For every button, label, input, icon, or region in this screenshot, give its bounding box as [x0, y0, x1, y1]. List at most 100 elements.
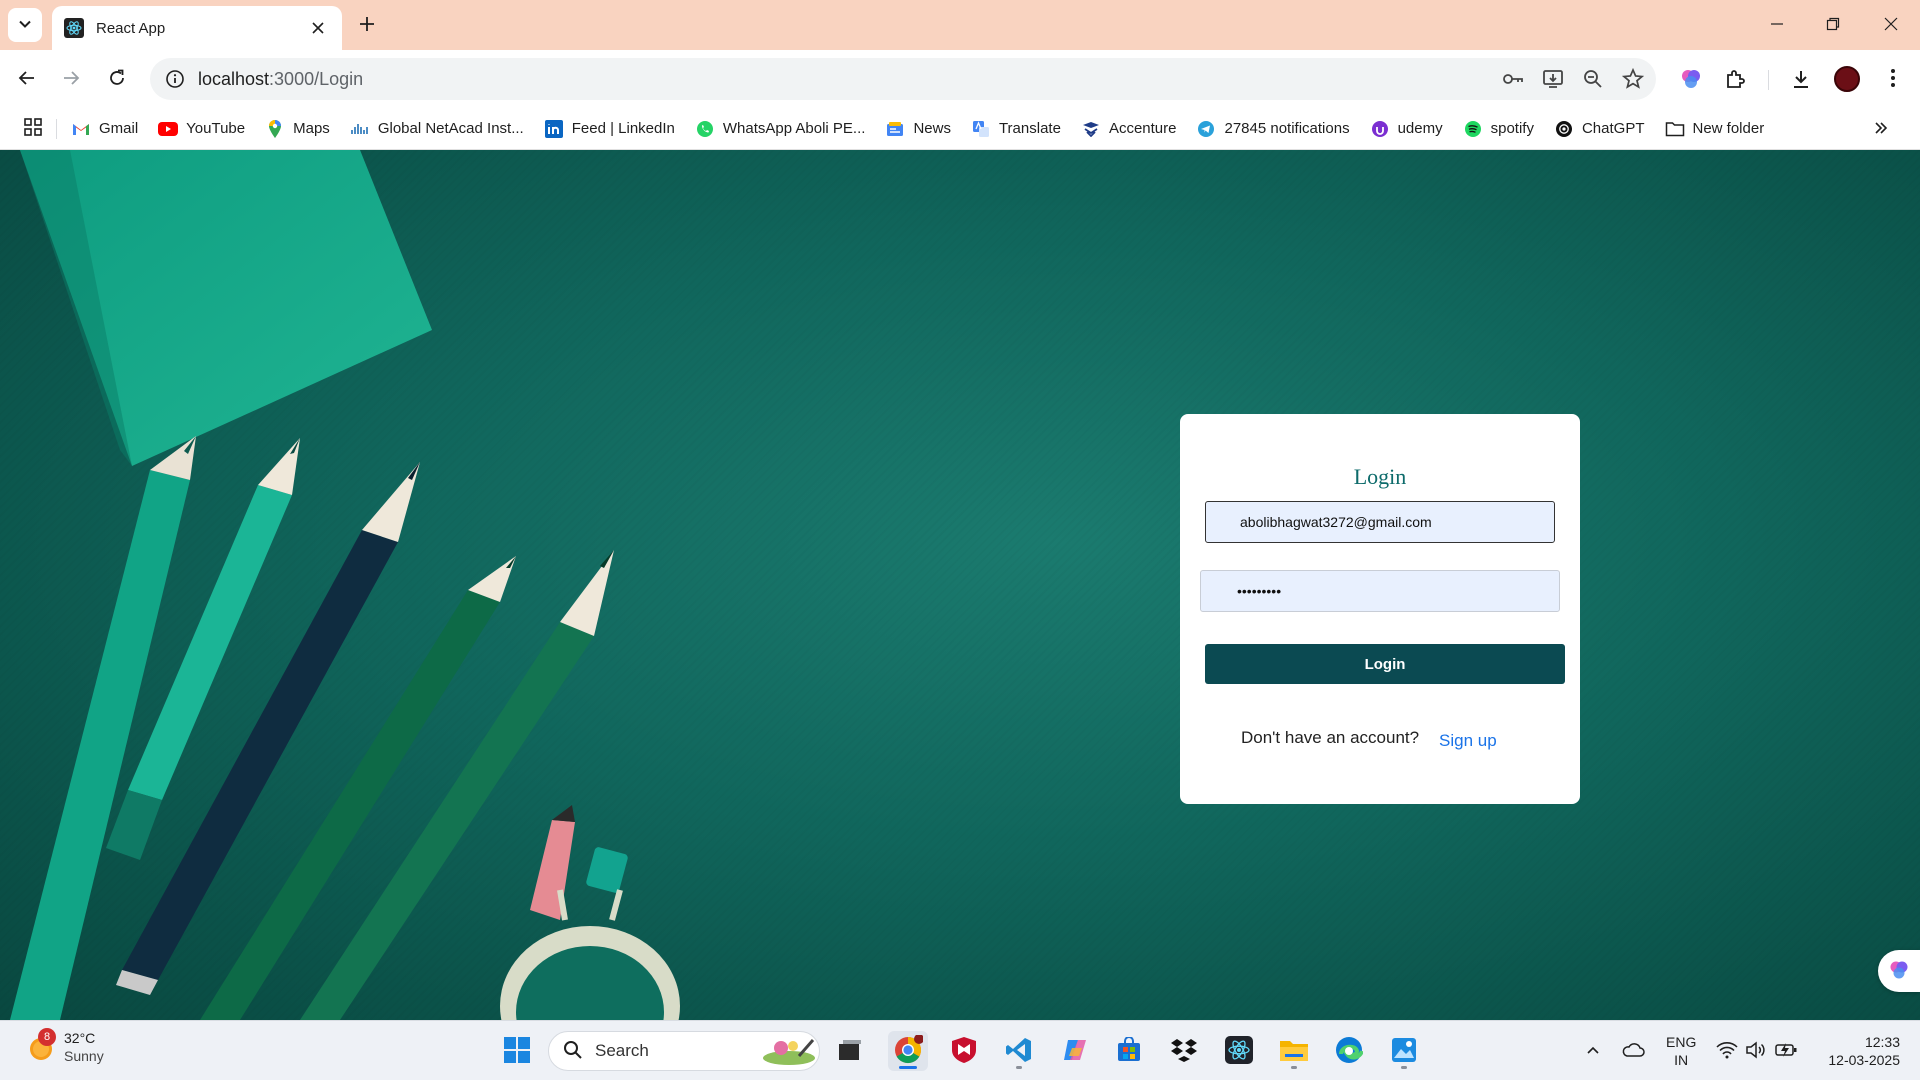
tab-search-button[interactable] [8, 8, 42, 42]
weather-widget[interactable]: 8 32°C Sunny [26, 1028, 104, 1065]
restore-button[interactable] [1816, 8, 1850, 42]
double-chevron-right-icon [1874, 121, 1888, 138]
site-info-icon[interactable] [162, 66, 188, 92]
close-tab-icon[interactable] [306, 16, 330, 40]
clock-date: 12-03-2025 [1828, 1052, 1900, 1068]
bookmark-label: Gmail [99, 120, 139, 137]
weather-badge: 8 [38, 1028, 56, 1046]
apps-grid-button[interactable] [20, 116, 46, 142]
start-button[interactable] [497, 1031, 537, 1071]
react-icon [1225, 1035, 1253, 1067]
copilot-app[interactable] [1054, 1031, 1094, 1071]
url-text: localhost:3000/Login [198, 69, 1496, 90]
whatsapp-icon [695, 119, 715, 139]
download-icon[interactable] [1784, 62, 1818, 96]
netacad-icon [350, 119, 370, 139]
chrome-icon [893, 1033, 924, 1068]
react-devtools-app[interactable] [1219, 1031, 1259, 1071]
weather-condition: Sunny [64, 1048, 104, 1064]
bookmark-udemy[interactable]: udemy [1370, 119, 1443, 139]
bookmark-translate[interactable]: Translate [971, 119, 1061, 139]
gmail-icon [71, 119, 91, 139]
bookmark-accenture[interactable]: Accenture [1081, 119, 1176, 139]
signup-link[interactable]: Sign up [1439, 731, 1497, 751]
onedrive-button[interactable] [1618, 1035, 1648, 1067]
task-view-icon [837, 1038, 863, 1065]
url-path: :3000/Login [269, 68, 364, 89]
close-window-button[interactable] [1874, 8, 1908, 42]
task-view-app[interactable] [830, 1031, 870, 1071]
show-hidden-icons-button[interactable] [1580, 1035, 1606, 1067]
install-app-icon[interactable] [1536, 62, 1570, 96]
bookmark-netacad[interactable]: Global NetAcad Inst... [350, 119, 524, 139]
extensions-puzzle-icon[interactable] [1718, 62, 1752, 96]
chrome-app[interactable] [888, 1031, 928, 1071]
bookmark-telegram[interactable]: 27845 notifications [1196, 119, 1350, 139]
side-panel-button[interactable] [1878, 950, 1920, 992]
bookmark-label: YouTube [186, 120, 246, 137]
bookmark-label: New folder [1692, 120, 1765, 137]
bookmark-linkedin[interactable]: Feed | LinkedIn [544, 119, 675, 139]
bookmark-label: Maps [293, 120, 330, 137]
photos-app[interactable] [1384, 1031, 1424, 1071]
mcafee-app[interactable] [944, 1031, 984, 1071]
password-key-icon[interactable] [1496, 62, 1530, 96]
dropbox-icon [1170, 1037, 1198, 1066]
profile-avatar-button[interactable] [1830, 62, 1864, 96]
weather-temperature: 32°C [64, 1030, 96, 1046]
bookmark-label: 27845 notifications [1224, 120, 1350, 137]
volume-button[interactable] [1742, 1035, 1770, 1067]
dropbox-app[interactable] [1164, 1031, 1204, 1071]
plus-icon [359, 16, 375, 35]
bookmark-new-folder[interactable]: New folder [1665, 119, 1765, 139]
reload-button[interactable] [98, 60, 136, 98]
address-bar[interactable]: localhost:3000/Login [150, 58, 1656, 100]
login-title: Login [1353, 464, 1407, 489]
login-button[interactable]: Login [1205, 644, 1565, 684]
email-field[interactable]: abolibhagwat3272@gmail.com [1205, 501, 1555, 543]
bookmark-spotify[interactable]: spotify [1463, 119, 1534, 139]
bookmark-news[interactable]: News [885, 119, 951, 139]
open-indicator [1291, 1066, 1297, 1069]
zoom-out-icon[interactable] [1576, 62, 1610, 96]
bookmark-maps[interactable]: Maps [265, 119, 330, 139]
microsoft-store-app[interactable] [1109, 1031, 1149, 1071]
file-explorer-app[interactable] [1274, 1031, 1314, 1071]
chevron-up-icon [1586, 1043, 1600, 1060]
pencils-illustration [10, 150, 680, 1020]
news-icon [885, 119, 905, 139]
gemini-extension-icon[interactable] [1674, 62, 1708, 96]
edge-app[interactable] [1329, 1031, 1369, 1071]
password-field[interactable]: ••••••••• [1200, 570, 1560, 612]
bookmark-chatgpt[interactable]: ChatGPT [1554, 119, 1645, 139]
language-indicator[interactable]: ENG IN [1666, 1033, 1696, 1069]
network-button[interactable] [1712, 1035, 1742, 1067]
star-bookmark-icon[interactable] [1616, 62, 1650, 96]
udemy-icon [1370, 119, 1390, 139]
minimize-button[interactable] [1760, 8, 1794, 42]
clock[interactable]: 12:33 12-03-2025 [1810, 1033, 1900, 1069]
bookmark-gmail[interactable]: Gmail [71, 119, 138, 139]
bookmarks-bar: Gmail YouTube Maps Global NetAcad Inst..… [0, 108, 1920, 150]
back-button[interactable] [8, 60, 46, 98]
forward-button[interactable] [52, 60, 90, 98]
bookmark-label: Global NetAcad Inst... [377, 120, 524, 137]
bookmarks-overflow-button[interactable] [1868, 116, 1894, 142]
new-tab-button[interactable] [352, 10, 382, 40]
bookmark-whatsapp[interactable]: WhatsApp Aboli PE... [695, 119, 865, 139]
toolbar-separator [1768, 70, 1769, 90]
battery-button[interactable] [1772, 1035, 1802, 1067]
tab-react-app[interactable]: React App [52, 6, 342, 50]
youtube-icon [158, 119, 179, 139]
vscode-app[interactable] [999, 1031, 1039, 1071]
open-indicator [1401, 1066, 1407, 1069]
tab-title: React App [96, 19, 166, 37]
more-vertical-icon [1890, 68, 1896, 91]
search-placeholder: Search [595, 1041, 649, 1060]
browser-toolbar: localhost:3000/Login [0, 50, 1920, 108]
taskbar-search[interactable]: Search [548, 1031, 820, 1071]
browser-menu-button[interactable] [1876, 62, 1910, 96]
gemini-icon [1888, 959, 1910, 984]
bookmark-youtube[interactable]: YouTube [158, 119, 245, 139]
vscode-icon [1005, 1036, 1033, 1067]
